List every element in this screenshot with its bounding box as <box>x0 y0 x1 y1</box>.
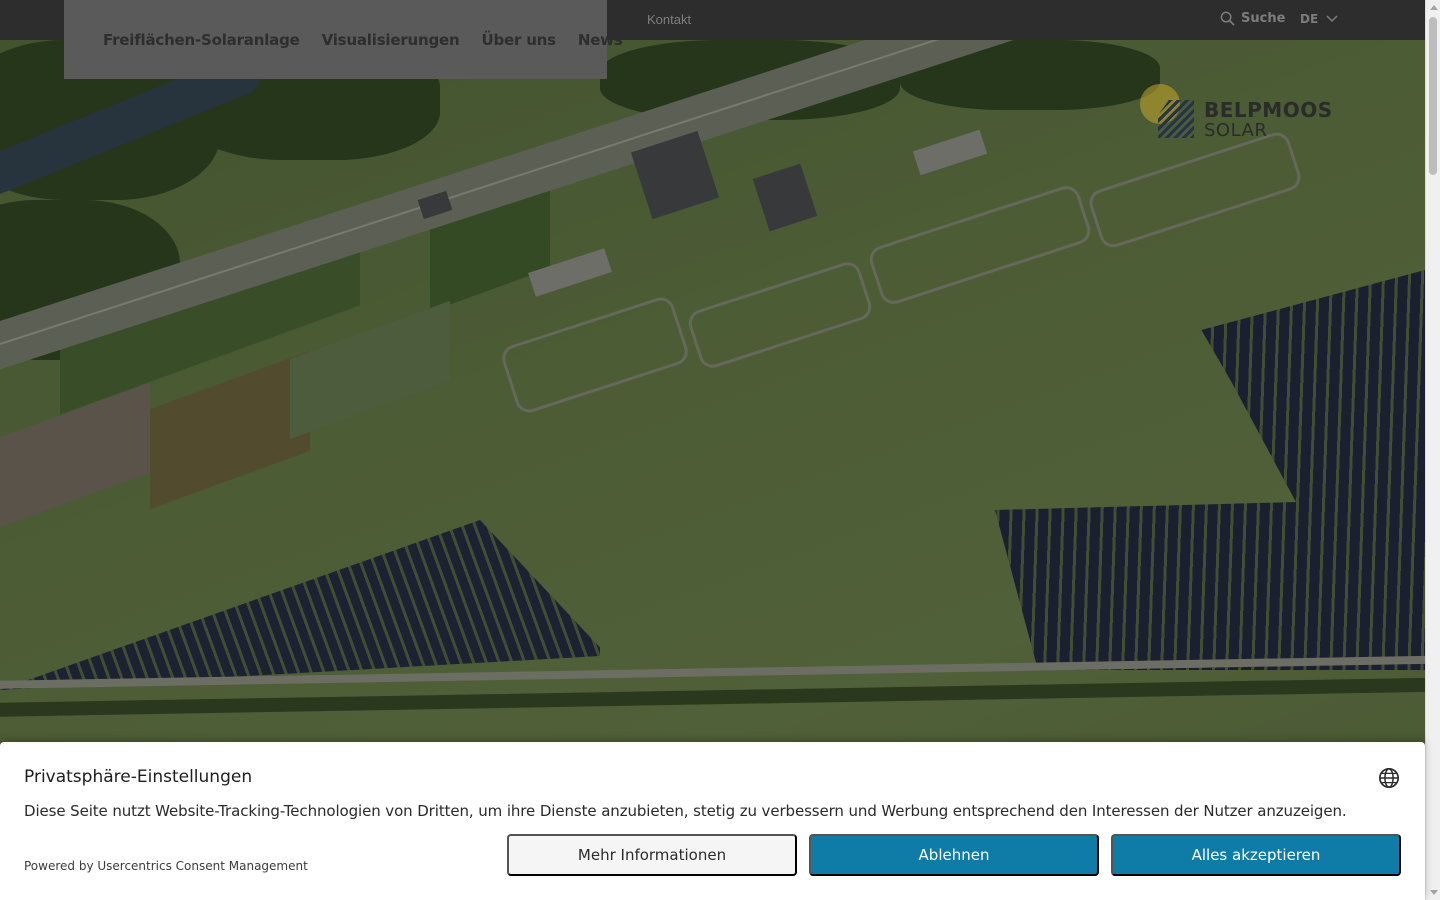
consent-banner: Privatsphäre-Einstellungen Diese Seite n… <box>0 742 1425 900</box>
nav-item-visualisierungen[interactable]: Visualisierungen <box>322 31 460 49</box>
accept-all-button[interactable]: Alles akzeptieren <box>1111 834 1401 876</box>
deny-button[interactable]: Ablehnen <box>809 834 1099 876</box>
search-label: Suche <box>1241 11 1286 26</box>
nav-item-ueber-uns[interactable]: Über uns <box>481 31 556 49</box>
globe-icon[interactable] <box>1378 767 1400 789</box>
main-navigation: Freiflächen-Solaranlage Visualisierungen… <box>64 0 623 79</box>
search-icon <box>1220 11 1235 26</box>
nav-item-news[interactable]: News <box>578 31 623 49</box>
logo-text-belpmoos: BELPMOOS <box>1204 98 1333 122</box>
scroll-up-arrow-icon[interactable] <box>1430 5 1438 10</box>
nav-item-freiflaechen-solaranlage[interactable]: Freiflächen-Solaranlage <box>103 31 300 49</box>
consent-title: Privatsphäre-Einstellungen <box>24 767 253 787</box>
page-scrollbar[interactable] <box>1425 0 1440 900</box>
kontakt-link[interactable]: Kontakt <box>647 12 691 27</box>
language-label: DE <box>1300 12 1319 26</box>
consent-powered-by: Powered by Usercentrics Consent Manageme… <box>24 859 308 873</box>
chevron-down-icon <box>1326 15 1338 23</box>
language-selector[interactable]: DE <box>1300 12 1338 26</box>
consent-description: Diese Seite nutzt Website-Tracking-Techn… <box>24 802 1347 820</box>
search-button[interactable]: Suche <box>1220 11 1285 26</box>
scrollbar-thumb[interactable] <box>1429 17 1437 175</box>
site-logo[interactable]: BELPMOOS SOLAR <box>1138 82 1332 142</box>
more-information-button[interactable]: Mehr Informationen <box>507 834 797 876</box>
scroll-down-arrow-icon[interactable] <box>1430 890 1438 895</box>
logo-text-solar: SOLAR <box>1204 120 1268 141</box>
